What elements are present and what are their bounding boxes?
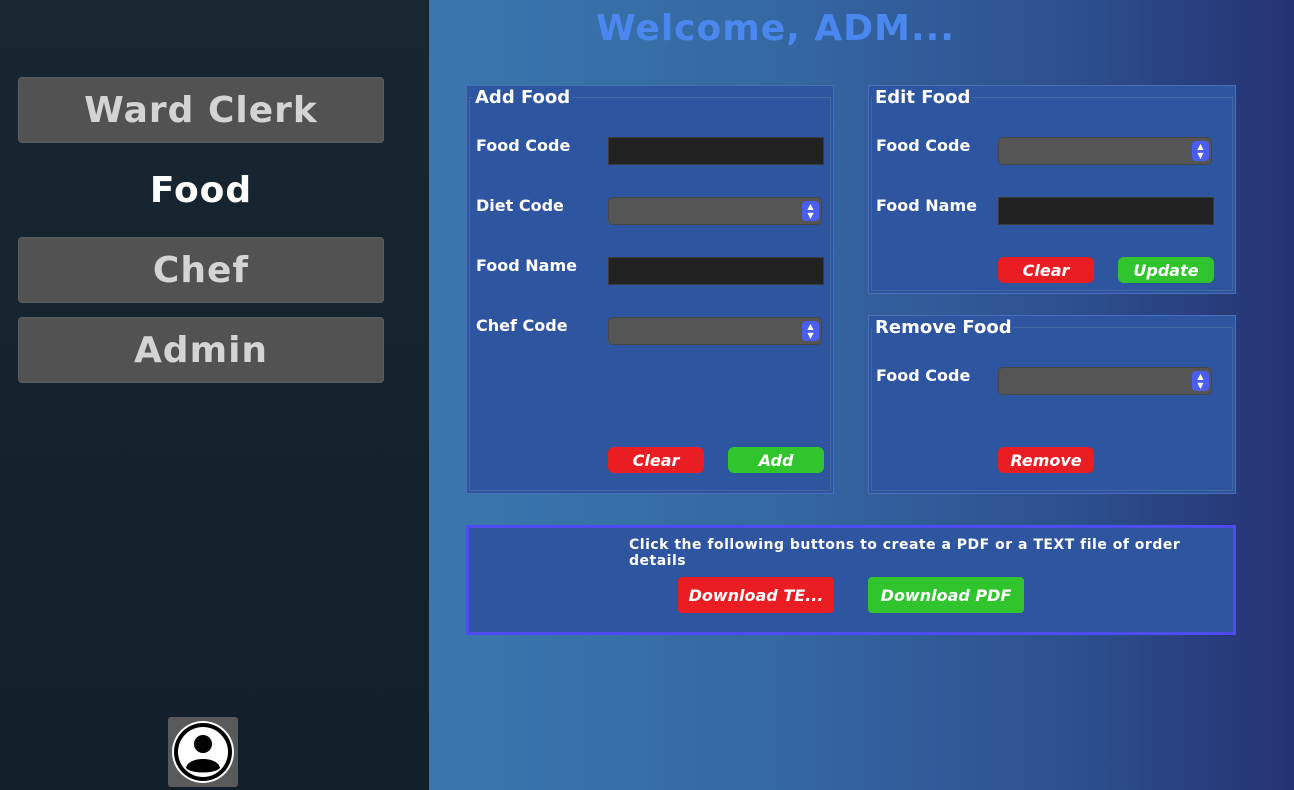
add-food-name-label: Food Name [476, 256, 577, 275]
user-circle-icon [172, 721, 234, 783]
add-food-code-input[interactable] [608, 137, 824, 165]
sidebar: Ward Clerk Food Chef Admin [0, 0, 429, 790]
add-food-name-input[interactable] [608, 257, 824, 285]
add-food-title: Add Food [473, 87, 573, 108]
sidebar-item-admin[interactable]: Admin [18, 317, 384, 383]
edit-clear-button[interactable]: Clear [998, 257, 1094, 283]
edit-food-name-label: Food Name [876, 196, 977, 215]
remove-button[interactable]: Remove [998, 447, 1094, 473]
download-text-button[interactable]: Download TE... [678, 577, 834, 613]
select-arrows-icon: ▲ ▼ [1192, 371, 1209, 391]
edit-food-code-select[interactable]: ▲ ▼ [998, 137, 1212, 165]
sidebar-item-chef[interactable]: Chef [18, 237, 384, 303]
profile-button[interactable] [168, 717, 238, 787]
update-button[interactable]: Update [1118, 257, 1214, 283]
edit-food-code-label: Food Code [876, 136, 971, 155]
add-food-code-label: Food Code [476, 136, 571, 155]
add-clear-button[interactable]: Clear [608, 447, 704, 473]
download-panel: Click the following buttons to create a … [466, 525, 1236, 635]
edit-food-title: Edit Food [873, 87, 973, 108]
download-instructions: Click the following buttons to create a … [629, 537, 1181, 569]
select-arrows-icon: ▲ ▼ [802, 321, 819, 341]
remove-food-code-select[interactable]: ▲ ▼ [998, 367, 1212, 395]
add-diet-code-select[interactable]: ▲ ▼ [608, 197, 822, 225]
add-chef-code-select[interactable]: ▲ ▼ [608, 317, 822, 345]
edit-food-name-input[interactable] [998, 197, 1214, 225]
remove-food-title: Remove Food [873, 317, 1014, 338]
select-arrows-icon: ▲ ▼ [802, 201, 819, 221]
remove-food-code-label: Food Code [876, 366, 971, 385]
sidebar-item-food[interactable]: Food [18, 157, 384, 223]
add-diet-code-label: Diet Code [476, 196, 564, 215]
add-button[interactable]: Add [728, 447, 824, 473]
add-chef-code-label: Chef Code [476, 316, 568, 335]
sidebar-item-ward-clerk[interactable]: Ward Clerk [18, 77, 384, 143]
welcome-heading: Welcome, ADM... [596, 8, 955, 49]
select-arrows-icon: ▲ ▼ [1192, 141, 1209, 161]
download-pdf-button[interactable]: Download PDF [868, 577, 1024, 613]
